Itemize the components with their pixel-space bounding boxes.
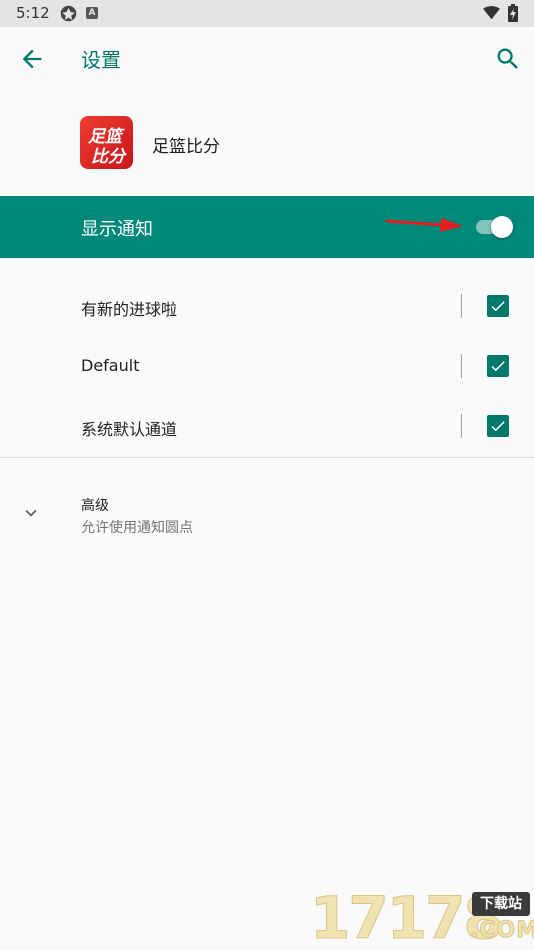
section-divider: [0, 457, 534, 458]
watermark-tag: 下载站: [472, 892, 530, 916]
channel-row-goal[interactable]: 有新的进球啦: [0, 276, 534, 336]
channel-checkbox[interactable]: [487, 295, 509, 317]
arrow-left-icon[interactable]: [18, 45, 46, 73]
show-notifications-label: 显示通知: [81, 219, 153, 240]
vertical-divider: [461, 354, 462, 378]
wifi-icon: [483, 6, 500, 20]
advanced-title: 高级: [81, 498, 109, 514]
app-logo-icon: 足篮 比分: [80, 116, 133, 169]
chevron-down-icon: [25, 509, 37, 517]
battery-icon: [508, 4, 518, 22]
a-letter-icon: A: [86, 7, 98, 19]
channel-list: 有新的进球啦 Default 系统默认通道: [0, 276, 534, 456]
channel-label: Default: [81, 356, 140, 375]
check-icon: [491, 421, 505, 432]
check-icon: [491, 301, 505, 312]
app-name: 足篮比分: [152, 137, 220, 157]
show-notifications-switch[interactable]: [474, 216, 514, 238]
red-arrow-annotation-icon: [385, 218, 463, 232]
vertical-divider: [461, 414, 462, 438]
app-logo-text-line2: 比分: [91, 147, 125, 167]
advanced-summary: 允许使用通知圆点: [81, 520, 193, 536]
app-status-icon: [60, 5, 77, 22]
switch-thumb: [491, 216, 513, 238]
show-notifications-toggle-row[interactable]: 显示通知: [0, 196, 534, 258]
app-bar: 设置: [0, 27, 534, 89]
channel-row-default[interactable]: Default: [0, 336, 534, 396]
check-icon: [491, 361, 505, 372]
status-time: 5:12: [16, 4, 50, 22]
advanced-section[interactable]: 高级 允许使用通知圆点: [0, 482, 534, 542]
search-icon[interactable]: [494, 45, 522, 73]
page-title: 设置: [81, 48, 121, 72]
vertical-divider: [461, 294, 462, 318]
channel-label: 有新的进球啦: [81, 300, 178, 319]
watermark-suffix: .COM: [469, 918, 534, 944]
status-bar: 5:12 A: [0, 0, 534, 27]
channel-label: 系统默认通道: [81, 420, 178, 439]
channel-checkbox[interactable]: [487, 355, 509, 377]
site-watermark: 17178 下载站 .COM: [310, 888, 534, 949]
app-info-header: 足篮 比分 足篮比分: [0, 105, 534, 181]
channel-checkbox[interactable]: [487, 415, 509, 437]
channel-row-system-default[interactable]: 系统默认通道: [0, 396, 534, 456]
